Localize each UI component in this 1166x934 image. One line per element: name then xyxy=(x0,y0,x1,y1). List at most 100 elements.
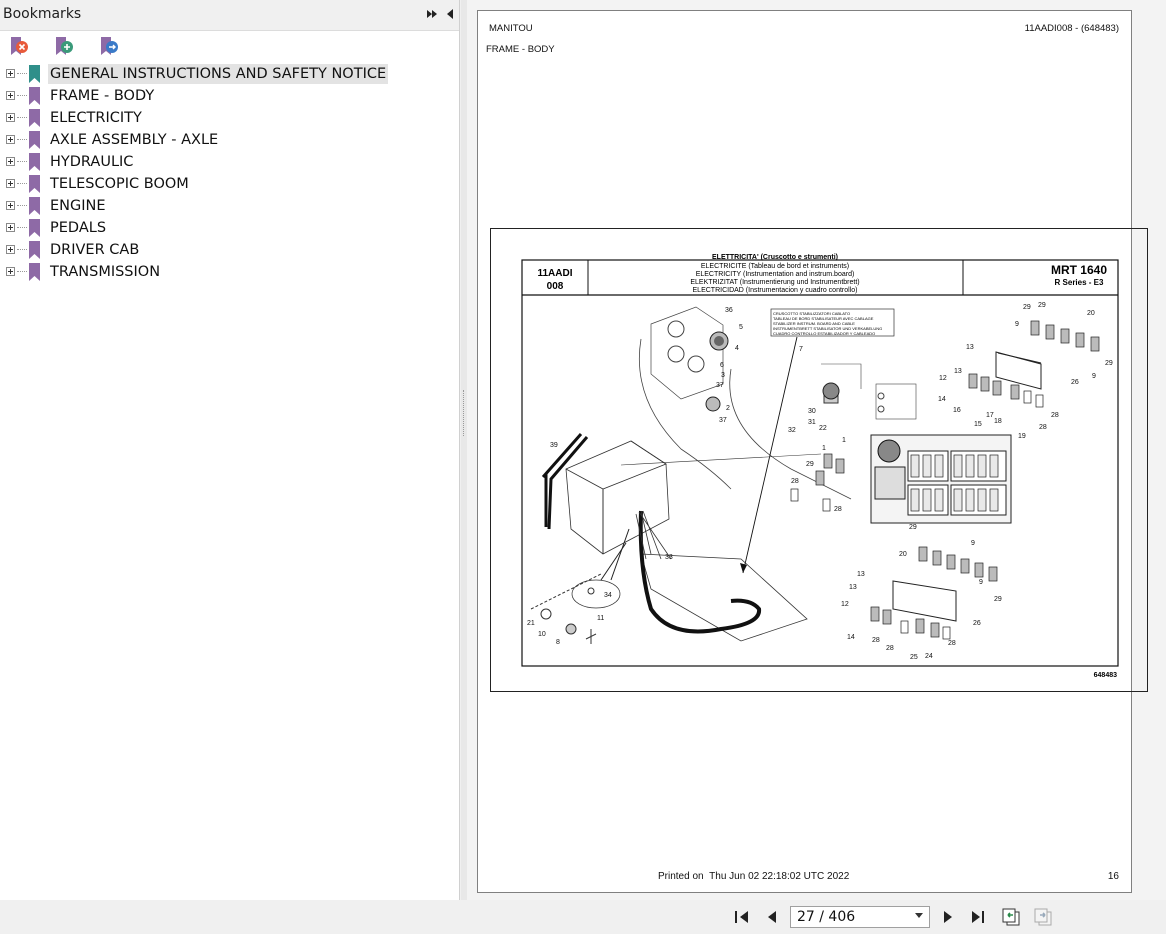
document-viewer[interactable]: MANITOU 11AADI008 - (648483) FRAME - BOD… xyxy=(467,0,1166,900)
svg-text:28: 28 xyxy=(886,645,894,652)
expand-icon[interactable] xyxy=(6,267,15,276)
page-selector-value: 27 / 406 xyxy=(797,909,856,925)
parts-drawing: 11AADI 008 ELETTRICITA' (Cruscotto e str… xyxy=(490,228,1148,692)
svg-text:9: 9 xyxy=(1015,321,1019,328)
exploded-view-drawing: 11AADI 008 ELETTRICITA' (Cruscotto e str… xyxy=(521,254,1119,679)
bookmark-transmission[interactable]: TRANSMISSION xyxy=(0,261,459,283)
svg-text:20: 20 xyxy=(899,551,907,558)
add-child-bookmark-icon[interactable] xyxy=(97,35,121,59)
expand-icon[interactable] xyxy=(6,113,15,122)
svg-text:31: 31 xyxy=(808,419,816,426)
expand-icon[interactable] xyxy=(6,179,15,188)
svg-text:28: 28 xyxy=(791,478,799,485)
pdf-page: MANITOU 11AADI008 - (648483) FRAME - BOD… xyxy=(477,10,1148,893)
svg-text:25: 25 xyxy=(910,654,918,661)
expand-icon[interactable] xyxy=(6,69,15,78)
bookmarks-header: Bookmarks xyxy=(0,0,459,31)
bookmark-engine[interactable]: ENGINE xyxy=(0,195,459,217)
svg-text:13: 13 xyxy=(954,368,962,375)
bookmark-label: ELECTRICITY xyxy=(50,110,142,126)
svg-text:14: 14 xyxy=(938,396,946,403)
printed-date: Thu Jun 02 22:18:02 UTC 2022 xyxy=(709,871,850,882)
svg-text:28: 28 xyxy=(834,506,842,513)
svg-text:4: 4 xyxy=(735,345,739,352)
expand-all-icon[interactable] xyxy=(425,6,439,22)
add-bookmark-icon[interactable] xyxy=(52,35,76,59)
svg-text:29: 29 xyxy=(994,596,1002,603)
bookmark-telescopic-boom[interactable]: TELESCOPIC BOOM xyxy=(0,173,459,195)
svg-text:32: 32 xyxy=(788,427,796,434)
delete-bookmark-icon[interactable] xyxy=(7,35,31,59)
svg-text:13: 13 xyxy=(966,344,974,351)
svg-text:14: 14 xyxy=(847,634,855,641)
svg-text:13: 13 xyxy=(849,584,857,591)
svg-text:13: 13 xyxy=(857,571,865,578)
bookmark-flag-icon xyxy=(29,197,40,215)
svg-text:1: 1 xyxy=(822,445,826,452)
bookmark-label: TELESCOPIC BOOM xyxy=(50,176,189,192)
svg-text:2: 2 xyxy=(726,405,730,412)
expand-icon[interactable] xyxy=(6,157,15,166)
chevron-down-icon[interactable] xyxy=(915,913,923,918)
bookmark-label: FRAME - BODY xyxy=(50,88,155,104)
svg-text:24: 24 xyxy=(925,653,933,660)
go-back-view-icon[interactable] xyxy=(1000,906,1022,928)
bookmark-frame-body[interactable]: FRAME - BODY xyxy=(0,85,459,107)
svg-text:28: 28 xyxy=(872,637,880,644)
svg-text:12: 12 xyxy=(841,601,849,608)
svg-text:26: 26 xyxy=(1071,379,1079,386)
drawing-title-2: ELECTRICITE (Tableau de bord et instrume… xyxy=(701,263,849,270)
bookmark-flag-icon xyxy=(29,109,40,127)
bookmark-flag-icon xyxy=(29,241,40,259)
svg-text:9: 9 xyxy=(971,540,975,547)
bookmark-label: HYDRAULIC xyxy=(50,154,134,170)
svg-text:29: 29 xyxy=(806,461,814,468)
drawing-title-3: ELECTRICITY (Instrumentation and instrum… xyxy=(696,271,855,278)
svg-text:6: 6 xyxy=(720,362,724,369)
bookmark-pedals[interactable]: PEDALS xyxy=(0,217,459,239)
bookmark-label: DRIVER CAB xyxy=(50,242,140,258)
bookmark-driver-cab[interactable]: DRIVER CAB xyxy=(0,239,459,261)
page-brand: MANITOU xyxy=(489,23,533,34)
svg-text:37: 37 xyxy=(716,382,724,389)
svg-text:22: 22 xyxy=(819,425,827,432)
svg-text:16: 16 xyxy=(953,407,961,414)
expand-icon[interactable] xyxy=(6,91,15,100)
bookmark-electricity[interactable]: ELECTRICITY xyxy=(0,107,459,129)
bookmark-label: PEDALS xyxy=(50,220,107,236)
go-forward-view-icon[interactable] xyxy=(1032,906,1054,928)
svg-text:8: 8 xyxy=(556,639,560,646)
svg-text:29: 29 xyxy=(909,524,917,531)
svg-text:10: 10 xyxy=(538,631,546,638)
bookmark-flag-icon xyxy=(29,87,40,105)
printed-on: Printed on Thu Jun 02 22:18:02 UTC 2022 xyxy=(658,871,849,882)
svg-text:17: 17 xyxy=(986,412,994,419)
bookmark-axle-assembly[interactable]: AXLE ASSEMBLY - AXLE xyxy=(0,129,459,151)
svg-text:12: 12 xyxy=(939,375,947,382)
bookmark-label: ENGINE xyxy=(50,198,106,214)
first-page-icon[interactable] xyxy=(732,908,752,926)
previous-page-icon[interactable] xyxy=(762,908,782,926)
svg-text:28: 28 xyxy=(1051,412,1059,419)
collapse-panel-icon[interactable] xyxy=(443,6,457,22)
bookmark-flag-icon xyxy=(29,153,40,171)
expand-icon[interactable] xyxy=(6,135,15,144)
last-page-icon[interactable] xyxy=(968,908,988,926)
svg-text:3: 3 xyxy=(721,372,725,379)
expand-icon[interactable] xyxy=(6,201,15,210)
bookmarks-panel: Bookmarks GENERAL INSTRUCTIONS AND SAFET… xyxy=(0,0,460,900)
bookmarks-title: Bookmarks xyxy=(3,6,82,22)
bookmark-tree: GENERAL INSTRUCTIONS AND SAFETY NOTICE F… xyxy=(0,63,459,283)
next-page-icon[interactable] xyxy=(938,908,958,926)
drawing-series: R Series - E3 xyxy=(1055,278,1104,287)
svg-text:11: 11 xyxy=(597,615,604,622)
bookmark-hydraulic[interactable]: HYDRAULIC xyxy=(0,151,459,173)
svg-text:20: 20 xyxy=(1087,310,1095,317)
expand-icon[interactable] xyxy=(6,223,15,232)
bookmark-general-instructions[interactable]: GENERAL INSTRUCTIONS AND SAFETY NOTICE xyxy=(0,63,459,85)
expand-icon[interactable] xyxy=(6,245,15,254)
svg-text:9: 9 xyxy=(1092,373,1096,380)
page-selector[interactable]: 27 / 406 xyxy=(790,906,930,928)
svg-text:28: 28 xyxy=(948,640,956,647)
svg-text:34: 34 xyxy=(604,592,612,599)
